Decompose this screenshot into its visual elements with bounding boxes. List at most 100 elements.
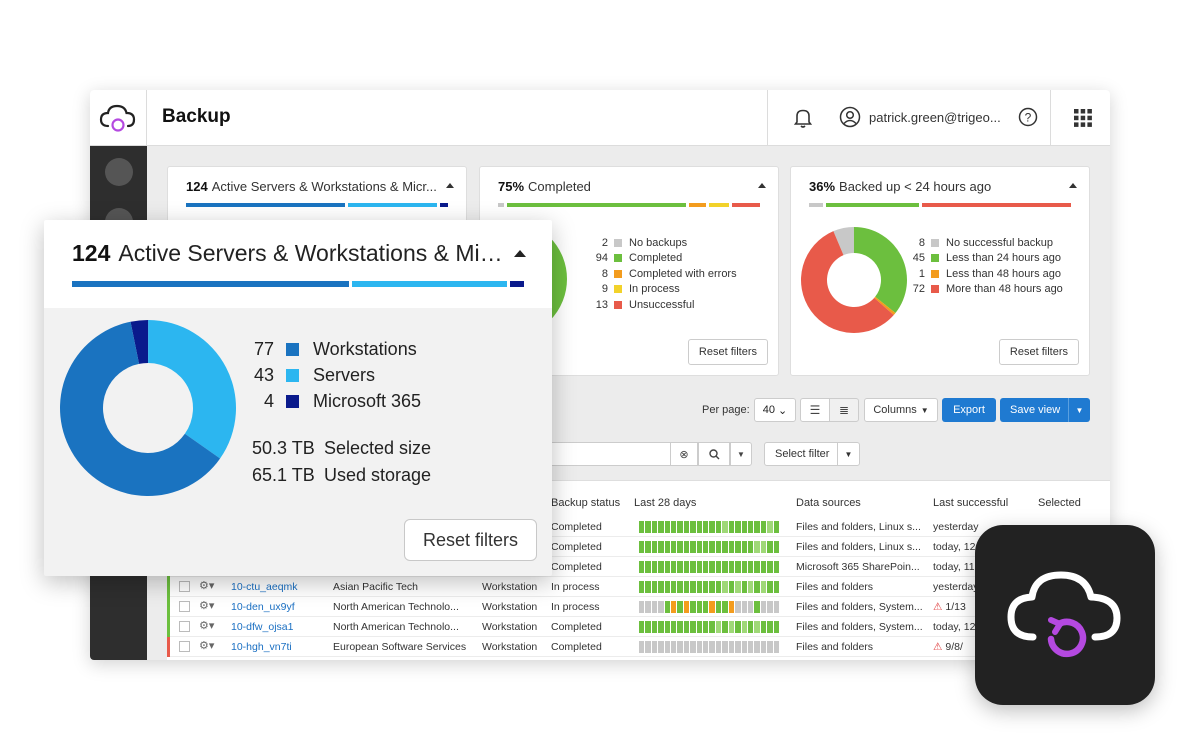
donut-slice[interactable]	[148, 320, 236, 459]
row-checkbox[interactable]	[179, 601, 190, 612]
per-page-select[interactable]: 40 ⌄	[754, 398, 796, 422]
history-day	[754, 561, 760, 573]
legend-item[interactable]: 1 Less than 48 hours ago	[905, 266, 1063, 282]
column-header-selected[interactable]: Selected	[1038, 497, 1081, 509]
gear-icon[interactable]: ⚙▾	[199, 579, 214, 592]
bar-segment	[186, 203, 345, 207]
bar-segment	[72, 281, 349, 287]
collapse-icon[interactable]	[514, 250, 526, 257]
history-day	[754, 601, 760, 613]
backup-status-cell: In process	[551, 601, 600, 613]
legend-item[interactable]: 72 More than 48 hours ago	[905, 282, 1063, 298]
data-sources-cell: Files and folders, Linux s...	[796, 541, 921, 553]
legend-item[interactable]: 13 Unsuccessful	[588, 297, 737, 313]
legend-count: 45	[912, 252, 925, 265]
table-row[interactable]: ⚙▾ 10-hgh_vn7ti European Software Services…	[167, 637, 1110, 657]
reset-filters-button[interactable]: Reset filters	[998, 339, 1079, 365]
gear-icon[interactable]: ⚙▾	[199, 619, 214, 632]
collapse-icon[interactable]	[446, 183, 454, 188]
apps-menu-button[interactable]	[1073, 108, 1093, 133]
legend-item[interactable]: 94 Completed	[588, 251, 737, 267]
column-header-data-sources[interactable]: Data sources	[796, 497, 861, 509]
completed-legend: 2 No backups 94 Completed 8 Completed with er…	[588, 235, 737, 313]
history-day	[677, 621, 683, 633]
search-options-button[interactable]: ▼	[730, 442, 752, 466]
widget-title[interactable]: 36% Backed up < 24 hours ago	[809, 179, 1071, 194]
history-day	[696, 621, 703, 633]
list-view-button[interactable]: ☰	[800, 398, 830, 422]
history-day	[722, 641, 728, 653]
history-day	[690, 641, 696, 653]
gear-icon[interactable]: ⚙▾	[199, 599, 214, 612]
history-day	[664, 641, 671, 653]
legend-item[interactable]: 2 No backups	[588, 235, 737, 251]
device-name-link[interactable]: 10-hgh_vn7ti	[231, 641, 327, 653]
select-filter-label: Select filter	[775, 448, 830, 460]
legend-label: Servers	[313, 364, 376, 385]
devices-bar	[72, 281, 524, 287]
clear-search-button[interactable]: ⊗	[670, 442, 698, 466]
row-checkbox[interactable]	[179, 641, 190, 652]
reset-filters-button[interactable]: Reset filters	[404, 519, 537, 561]
legend-item[interactable]: 8 No successful backup	[905, 235, 1063, 251]
legend-item[interactable]: 45 Less than 24 hours ago	[905, 251, 1063, 267]
legend-item[interactable]: 4 Microsoft 365	[252, 388, 421, 414]
row-checkbox[interactable]	[179, 581, 190, 592]
history-day	[690, 561, 696, 573]
table-row[interactable]: ⚙▾ 10-dfw_ojsa1 North American Technolo...…	[167, 617, 1110, 637]
device-name-link[interactable]: 10-ctu_aeqmk	[231, 581, 327, 593]
table-row[interactable]: ⚙▾ 10-ctu_aeqmk Asian Pacific Tech Workstat…	[167, 577, 1110, 597]
save-view-button[interactable]: Save view ▼	[1000, 398, 1090, 422]
backed-up-donut	[801, 227, 907, 333]
column-header-last-successful[interactable]: Last successful	[933, 497, 1008, 509]
notifications-button[interactable]	[793, 107, 813, 134]
table-row[interactable]: ⚙▾ 10-den_ux9yf North American Technolo...…	[167, 597, 1110, 617]
collapse-icon[interactable]	[758, 183, 766, 188]
data-sources-cell: Files and folders, System...	[796, 601, 923, 613]
widget-title[interactable]: 75% Completed	[498, 179, 760, 194]
caret-down-icon[interactable]: ▼	[1068, 398, 1090, 422]
legend-label: More than 48 hours ago	[946, 283, 1063, 296]
history-day	[696, 601, 703, 613]
column-header-backup-status[interactable]: Backup status	[551, 497, 620, 509]
reset-filters-button[interactable]: Reset filters	[687, 339, 768, 365]
legend-count: 77	[253, 338, 274, 359]
device-name-link[interactable]: 10-den_ux9yf	[231, 601, 327, 613]
legend-item[interactable]: 8 Completed with errors	[588, 266, 737, 282]
sidebar-item[interactable]	[105, 158, 133, 186]
history-day	[677, 641, 683, 653]
columns-label: Columns	[873, 404, 917, 416]
history-day	[754, 581, 760, 593]
legend-count: 8	[601, 267, 608, 280]
history-day	[664, 561, 671, 573]
backup-status-cell: In process	[551, 581, 600, 593]
column-header-last-28-days[interactable]: Last 28 days	[634, 497, 696, 509]
user-menu[interactable]: patrick.green@trigeo...	[839, 106, 1009, 128]
device-name-link[interactable]: 10-dfw_ojsa1	[231, 621, 327, 633]
legend-item[interactable]: 43 Servers	[252, 362, 421, 388]
donut-slice[interactable]	[853, 227, 907, 314]
legend-item[interactable]: 77 Workstations	[252, 336, 421, 362]
per-page-value: 40	[762, 404, 776, 416]
gear-icon[interactable]: ⚙▾	[199, 639, 214, 652]
widget-title[interactable]: 124 Active Servers & Workstations & Micr.…	[72, 240, 512, 267]
backup-status-cell: Completed	[551, 541, 602, 553]
collapse-icon[interactable]	[1069, 183, 1077, 188]
widget-title[interactable]: 124 Active Servers & Workstations & Micr.…	[186, 179, 448, 194]
selected-size-label: Selected size	[324, 438, 432, 458]
columns-button[interactable]: Columns ▼	[864, 398, 938, 422]
legend-item[interactable]: 9 In process	[588, 282, 737, 298]
compact-view-button[interactable]: ≣	[829, 398, 859, 422]
caret-down-icon: ▼	[737, 449, 745, 459]
row-checkbox[interactable]	[179, 621, 190, 632]
history-day	[658, 641, 664, 653]
app-logo[interactable]	[90, 90, 147, 146]
export-button[interactable]: Export	[942, 398, 996, 422]
search-button[interactable]	[698, 442, 730, 466]
help-button[interactable]: ?	[1018, 107, 1038, 132]
history-day	[709, 541, 715, 553]
select-filter-dropdown[interactable]: Select filter ▼	[764, 442, 860, 466]
history-day	[671, 541, 677, 553]
search-input[interactable]	[540, 442, 670, 466]
history-day	[703, 581, 709, 593]
